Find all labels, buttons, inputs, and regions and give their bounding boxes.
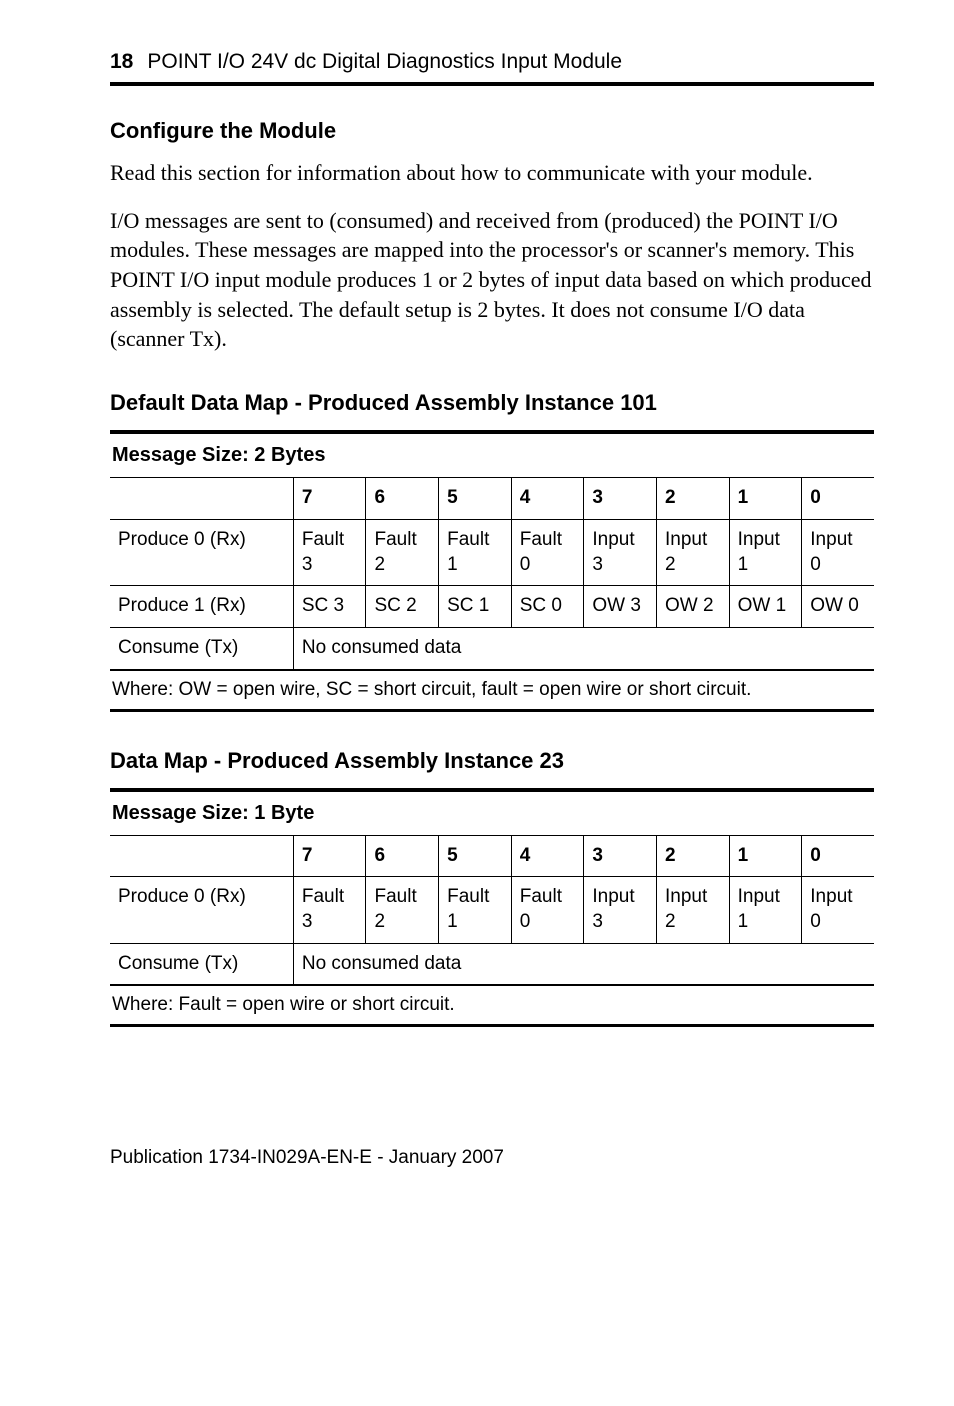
table2-col-4: 4: [511, 835, 584, 877]
table2-msg-size: Message Size: 1 Byte: [110, 792, 874, 835]
table1-consume-value: No consumed data: [293, 627, 874, 669]
table1-row1-c1: SC 2: [366, 586, 439, 628]
table2-col-2: 2: [657, 835, 730, 877]
table-row: Produce 1 (Rx) SC 3 SC 2 SC 1 SC 0 OW 3 …: [110, 586, 874, 628]
table2-row0-c6: Input 1: [729, 877, 802, 943]
table1-header-row: 7 6 5 4 3 2 1 0: [110, 478, 874, 520]
table2: 7 6 5 4 3 2 1 0 Produce 0 (Rx) Fault 3 F…: [110, 835, 874, 986]
table2-col-5: 5: [439, 835, 512, 877]
table1-col-2: 2: [657, 478, 730, 520]
table2-row0-c2: Fault 1: [439, 877, 512, 943]
table1-col-6: 6: [366, 478, 439, 520]
table1-title: Default Data Map - Produced Assembly Ins…: [110, 390, 874, 416]
table2-col-6: 6: [366, 835, 439, 877]
table2-col-3: 3: [584, 835, 657, 877]
table-row: Consume (Tx) No consumed data: [110, 943, 874, 985]
table1-row1-c6: OW 1: [729, 586, 802, 628]
table1-footer: Where: OW = open wire, SC = short circui…: [110, 670, 874, 712]
table2-header-blank: [110, 835, 293, 877]
table2-consume-label: Consume (Tx): [110, 943, 293, 985]
table-row: Produce 0 (Rx) Fault 3 Fault 2 Fault 1 F…: [110, 877, 874, 943]
table2-col-1: 1: [729, 835, 802, 877]
table2-footer: Where: Fault = open wire or short circui…: [110, 985, 874, 1027]
table1-row1-c5: OW 2: [657, 586, 730, 628]
table1-col-1: 1: [729, 478, 802, 520]
table1-row1-c4: OW 3: [584, 586, 657, 628]
table1-row0-c0: Fault 3: [293, 519, 366, 585]
table1-row1-c7: OW 0: [802, 586, 874, 628]
para-1: Read this section for information about …: [110, 158, 874, 188]
para-2: I/O messages are sent to (consumed) and …: [110, 206, 874, 354]
table1-row0-c1: Fault 2: [366, 519, 439, 585]
table1-row0-c3: Fault 0: [511, 519, 584, 585]
table1-row0-c7: Input 0: [802, 519, 874, 585]
table1-row0-c5: Input 2: [657, 519, 730, 585]
table1-row1-c3: SC 0: [511, 586, 584, 628]
table2-row0-c7: Input 0: [802, 877, 874, 943]
table1-row1-c0: SC 3: [293, 586, 366, 628]
table1-col-5: 5: [439, 478, 512, 520]
table1-row1-c2: SC 1: [439, 586, 512, 628]
page-number: 18: [110, 50, 133, 74]
table2-header-row: 7 6 5 4 3 2 1 0: [110, 835, 874, 877]
table1-row0-label: Produce 0 (Rx): [110, 519, 293, 585]
header-title: POINT I/O 24V dc Digital Diagnostics Inp…: [147, 50, 622, 74]
table2-row0-c1: Fault 2: [366, 877, 439, 943]
table1-consume-label: Consume (Tx): [110, 627, 293, 669]
table2-row0-c3: Fault 0: [511, 877, 584, 943]
table2-col-0: 0: [802, 835, 874, 877]
table-row: Produce 0 (Rx) Fault 3 Fault 2 Fault 1 F…: [110, 519, 874, 585]
table1: 7 6 5 4 3 2 1 0 Produce 0 (Rx) Fault 3 F…: [110, 477, 874, 669]
table2-wrap: Message Size: 1 Byte 7 6 5 4 3 2 1 0 Pro…: [110, 788, 874, 1028]
table1-row0-c4: Input 3: [584, 519, 657, 585]
table1-col-0: 0: [802, 478, 874, 520]
table1-row1-label: Produce 1 (Rx): [110, 586, 293, 628]
table-row: Consume (Tx) No consumed data: [110, 627, 874, 669]
table1-col-4: 4: [511, 478, 584, 520]
table1-header-blank: [110, 478, 293, 520]
table2-title: Data Map - Produced Assembly Instance 23: [110, 748, 874, 774]
publication-line: Publication 1734-IN029A-EN-E - January 2…: [110, 1147, 874, 1169]
table1-col-3: 3: [584, 478, 657, 520]
table2-col-7: 7: [293, 835, 366, 877]
table1-wrap: Message Size: 2 Bytes 7 6 5 4 3 2 1 0 Pr…: [110, 430, 874, 711]
section-title: Configure the Module: [110, 118, 874, 144]
page: 18 POINT I/O 24V dc Digital Diagnostics …: [0, 0, 954, 1229]
table2-row0-label: Produce 0 (Rx): [110, 877, 293, 943]
table1-col-7: 7: [293, 478, 366, 520]
table2-row0-c5: Input 2: [657, 877, 730, 943]
page-header: 18 POINT I/O 24V dc Digital Diagnostics …: [110, 50, 874, 86]
table2-consume-value: No consumed data: [293, 943, 874, 985]
table1-row0-c2: Fault 1: [439, 519, 512, 585]
table1-msg-size: Message Size: 2 Bytes: [110, 434, 874, 477]
table2-row0-c0: Fault 3: [293, 877, 366, 943]
table2-row0-c4: Input 3: [584, 877, 657, 943]
table1-row0-c6: Input 1: [729, 519, 802, 585]
